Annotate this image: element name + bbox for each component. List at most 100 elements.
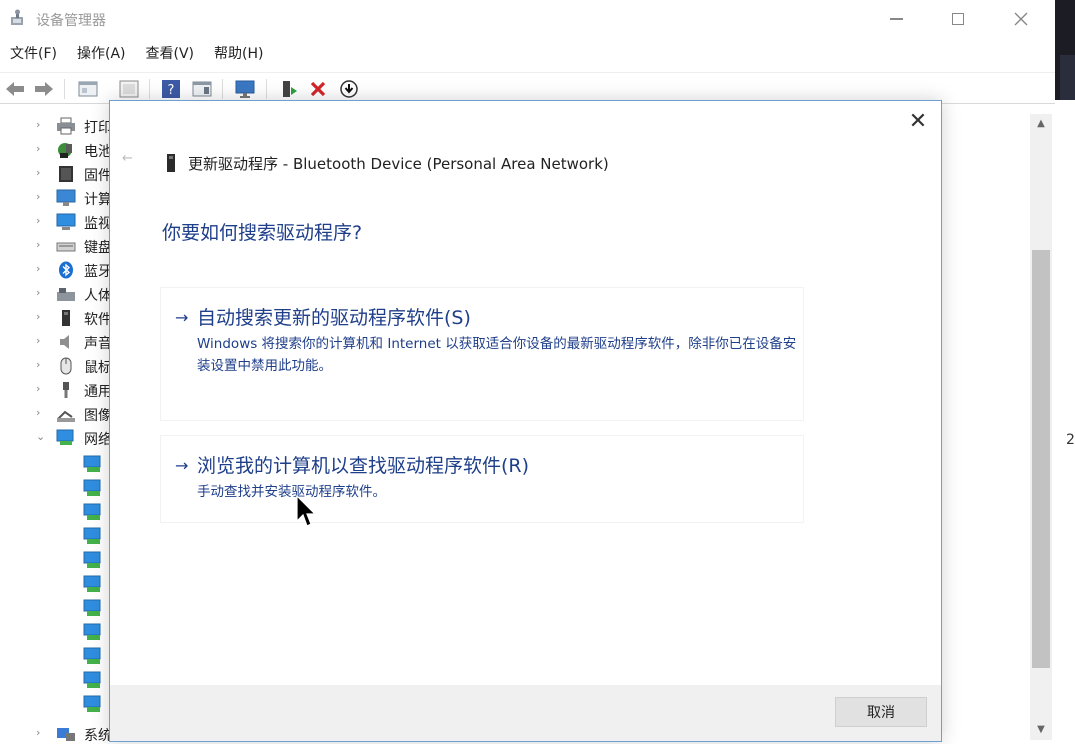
- back-button[interactable]: [4, 78, 26, 100]
- dialog-question: 你要如何搜索驱动程序?: [162, 222, 363, 244]
- chevron-right-icon[interactable]: ›: [36, 310, 46, 323]
- view-button[interactable]: [191, 78, 213, 100]
- action-pane-icon: [192, 81, 212, 97]
- minimize-button[interactable]: [865, 0, 927, 38]
- chevron-right-icon[interactable]: ›: [36, 262, 46, 275]
- network-adapter-icon[interactable]: [82, 622, 104, 642]
- network-adapter-icon[interactable]: [82, 670, 104, 690]
- forward-arrow-icon: [35, 82, 53, 96]
- network-adapter-icon[interactable]: [82, 646, 104, 666]
- tree-item[interactable]: › 通用: [0, 378, 115, 402]
- network-icon: [56, 429, 74, 445]
- chevron-right-icon[interactable]: ›: [36, 286, 46, 299]
- tree-item[interactable]: › 监视: [0, 210, 115, 234]
- svg-text:?: ?: [168, 83, 175, 98]
- tree-item-label: 人体: [84, 288, 112, 304]
- minimize-icon: [889, 18, 903, 20]
- mouse-icon: [60, 357, 72, 375]
- menu-view[interactable]: 查看(V): [136, 40, 205, 68]
- scroll-down-icon[interactable]: ▼: [1030, 720, 1052, 738]
- network-adapter-icon[interactable]: [82, 574, 104, 594]
- chevron-right-icon[interactable]: ›: [36, 334, 46, 347]
- speaker-icon: [60, 335, 69, 349]
- update-driver-button[interactable]: [278, 78, 300, 100]
- network-adapter-icon[interactable]: [82, 478, 104, 498]
- cancel-button[interactable]: 取消: [835, 697, 927, 727]
- tree-item[interactable]: › 蓝牙: [0, 258, 115, 282]
- tree-item[interactable]: › 人体: [0, 282, 115, 306]
- uninstall-button[interactable]: [307, 78, 329, 100]
- chevron-right-icon[interactable]: ›: [36, 214, 46, 227]
- menu-file[interactable]: 文件(F): [0, 40, 67, 68]
- update-driver-dialog: ✕ ← 更新驱动程序 - Bluetooth Device (Personal …: [109, 100, 942, 742]
- scroll-up-icon[interactable]: ▲: [1030, 114, 1052, 132]
- menu-help[interactable]: 帮助(H): [204, 40, 273, 68]
- close-window-button[interactable]: [990, 0, 1052, 38]
- chevron-right-icon[interactable]: ›: [36, 142, 46, 155]
- tree-item-label: 计算: [84, 192, 112, 208]
- tree-item[interactable]: › 电池: [0, 138, 115, 162]
- software-icon: [62, 310, 70, 326]
- vertical-scrollbar[interactable]: ▲ ▼: [1030, 114, 1052, 740]
- properties-button[interactable]: [77, 78, 99, 100]
- network-adapter-icon[interactable]: [82, 550, 104, 570]
- arrow-right-icon: →: [175, 456, 189, 475]
- back-arrow-icon[interactable]: ←: [122, 151, 133, 166]
- chevron-down-icon[interactable]: ⌄: [36, 430, 46, 443]
- red-x-icon: [310, 81, 326, 97]
- chevron-right-icon[interactable]: ›: [36, 358, 46, 371]
- tree-item[interactable]: › 图像: [0, 402, 115, 426]
- tree-item-label: 软件: [84, 312, 112, 328]
- background-window: [1060, 55, 1075, 100]
- back-arrow-icon: [6, 82, 24, 96]
- system-device-icon: [57, 728, 75, 741]
- tree-item-label: 通用: [84, 384, 112, 400]
- chevron-right-icon[interactable]: ›: [36, 726, 46, 739]
- tree-item[interactable]: › 软件: [0, 306, 115, 330]
- tree-item[interactable]: ⌄ 网络: [0, 426, 115, 450]
- hid-icon: [57, 288, 75, 301]
- chevron-right-icon[interactable]: ›: [36, 382, 46, 395]
- menu-action[interactable]: 操作(A): [67, 40, 136, 68]
- keyboard-icon: [56, 242, 76, 252]
- chevron-right-icon[interactable]: ›: [36, 238, 46, 251]
- network-adapter-icon[interactable]: [82, 598, 104, 618]
- tree-item-label: 监视: [84, 216, 112, 232]
- dialog-footer: 取消: [110, 685, 941, 741]
- chevron-right-icon[interactable]: ›: [36, 406, 46, 419]
- chevron-right-icon[interactable]: ›: [36, 118, 46, 131]
- tree-item-label: 声音: [84, 336, 112, 352]
- tree-item[interactable]: › 固件: [0, 162, 115, 186]
- tree-item-label: 鼠标: [84, 360, 112, 376]
- monitor-icon: [56, 213, 76, 230]
- background-text: 2: [1066, 432, 1075, 448]
- scan-hardware-button[interactable]: [234, 78, 256, 100]
- device-manager-icon: [11, 9, 23, 25]
- tree-item[interactable]: › 计算: [0, 186, 115, 210]
- chevron-right-icon[interactable]: ›: [36, 166, 46, 179]
- arrow-right-icon: →: [175, 308, 189, 327]
- network-adapter-icon[interactable]: [82, 694, 104, 714]
- scrollbar-thumb[interactable]: [1032, 250, 1050, 668]
- tree-item[interactable]: › 键盘: [0, 234, 115, 258]
- maximize-button[interactable]: [927, 0, 989, 38]
- tree-item[interactable]: › 声音: [0, 330, 115, 354]
- network-adapter-icon[interactable]: [82, 526, 104, 546]
- forward-button[interactable]: [33, 78, 55, 100]
- tree-item-label: 电池: [84, 144, 112, 160]
- dialog-close-button[interactable]: ✕: [906, 111, 930, 135]
- network-adapter-icon[interactable]: [82, 454, 104, 474]
- tree-item[interactable]: › 鼠标: [0, 354, 115, 378]
- device-icon: [167, 154, 175, 172]
- title-bar: 设备管理器: [0, 0, 1055, 38]
- show-hide-button[interactable]: [118, 78, 140, 100]
- tree-item[interactable]: › 系统: [0, 722, 115, 744]
- browse-computer-option[interactable]: → 浏览我的计算机以查找驱动程序软件(R) 手动查找并安装驱动程序软件。: [160, 435, 804, 523]
- disable-device-button[interactable]: [338, 78, 360, 100]
- tree-item[interactable]: › 打印: [0, 114, 115, 138]
- network-adapter-icon[interactable]: [82, 502, 104, 522]
- help-button[interactable]: ?: [160, 78, 182, 100]
- toolbar-separator: [149, 79, 150, 99]
- chevron-right-icon[interactable]: ›: [36, 190, 46, 203]
- auto-search-option[interactable]: → 自动搜索更新的驱动程序软件(S) Windows 将搜索你的计算机和 Int…: [160, 287, 804, 421]
